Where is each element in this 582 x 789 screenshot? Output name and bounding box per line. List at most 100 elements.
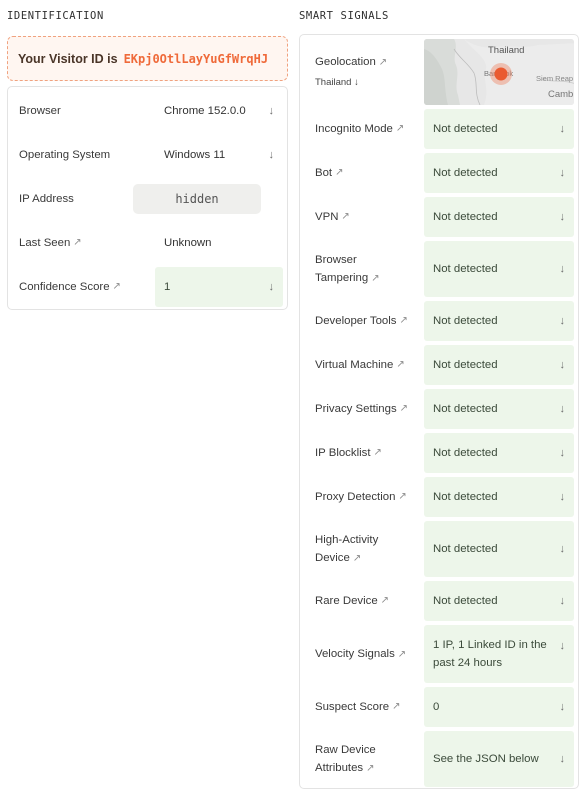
- row-rare: Rare Device ↗ Not detected ↓: [304, 579, 574, 623]
- visitor-id-banner: Your Visitor ID is EKpj0OtlLayYuGfWrqHJ: [7, 36, 288, 81]
- row-label: IP Address: [19, 193, 74, 205]
- row-value[interactable]: Not detected ↓: [424, 301, 574, 341]
- map-label-cambodia: Camb: [548, 89, 573, 100]
- arrow-down-icon[interactable]: ↓: [269, 278, 275, 296]
- row-value[interactable]: Not detected ↓: [424, 581, 574, 621]
- external-link-icon: ↗: [395, 123, 405, 134]
- row-label[interactable]: Privacy Settings ↗: [304, 387, 424, 431]
- row-value[interactable]: Chrome 152.0.0 ↓: [155, 91, 283, 131]
- geolocation-country: Thailand ↓: [315, 76, 359, 88]
- row-value[interactable]: Not detected ↓: [424, 241, 574, 297]
- row-label[interactable]: Proxy Detection ↗: [304, 475, 424, 519]
- row-label[interactable]: Developer Tools ↗: [304, 299, 424, 343]
- visitor-id-label: Your Visitor ID is: [18, 51, 118, 66]
- row-label[interactable]: Raw Device Attributes ↗: [304, 729, 424, 789]
- row-proxy: Proxy Detection ↗ Not detected ↓: [304, 475, 574, 519]
- row-value[interactable]: Not detected ↓: [424, 521, 574, 577]
- row-value[interactable]: Not detected ↓: [424, 389, 574, 429]
- arrow-down-icon[interactable]: ↓: [560, 120, 566, 138]
- arrow-down-icon[interactable]: ↓: [560, 208, 566, 226]
- arrow-down-icon[interactable]: ↓: [269, 146, 275, 164]
- smart-signals-card: Geolocation↗ Thailand ↓ Thailand Bangkok…: [299, 34, 579, 789]
- row-value[interactable]: 1 IP, 1 Linked ID in the past 24 hours ↓: [424, 625, 574, 683]
- os-value: Windows 11: [164, 149, 226, 161]
- arrow-down-icon: ↓: [354, 76, 359, 88]
- external-link-icon: ↗: [373, 447, 382, 458]
- row-value[interactable]: Not detected ↓: [424, 109, 574, 149]
- row-label[interactable]: Confidence Score ↗: [12, 265, 155, 309]
- row-value[interactable]: Not detected ↓: [424, 477, 574, 517]
- row-value[interactable]: Not detected ↓: [424, 153, 574, 193]
- arrow-down-icon[interactable]: ↓: [560, 312, 566, 330]
- identification-title: IDENTIFICATION: [7, 10, 104, 22]
- row-os: Operating System Windows 11 ↓: [12, 133, 283, 177]
- row-vpn: VPN ↗ Not detected ↓: [304, 195, 574, 239]
- arrow-down-icon[interactable]: ↓: [560, 592, 566, 610]
- arrow-down-icon[interactable]: ↓: [560, 637, 566, 655]
- row-value[interactable]: Not detected ↓: [424, 197, 574, 237]
- arrow-down-icon[interactable]: ↓: [560, 164, 566, 182]
- external-link-icon: ↗: [366, 762, 375, 774]
- ip-hidden-pill[interactable]: hidden: [133, 184, 261, 214]
- row-value[interactable]: Windows 11 ↓: [155, 135, 283, 175]
- geolocation-map[interactable]: Thailand Bangkok Siem Reap Camb: [424, 39, 574, 105]
- location-pin-icon: [494, 67, 508, 81]
- row-incognito: Incognito Mode ↗ Not detected ↓: [304, 107, 574, 151]
- row-value[interactable]: Not detected ↓: [424, 433, 574, 473]
- row-label[interactable]: Browser Tampering ↗: [304, 239, 424, 299]
- map-graphic: Thailand Bangkok Siem Reap Camb: [424, 39, 574, 105]
- external-link-icon: ↗: [399, 315, 408, 326]
- row-label[interactable]: VPN ↗: [304, 195, 424, 239]
- last-seen-value: Unknown: [164, 237, 212, 249]
- arrow-down-icon[interactable]: ↓: [560, 260, 566, 278]
- row-label: Operating System: [19, 149, 111, 161]
- row-label[interactable]: Incognito Mode ↗: [304, 107, 424, 151]
- row-value[interactable]: See the JSON below ↓: [424, 731, 574, 787]
- external-link-icon: ↗: [335, 167, 344, 178]
- external-link-icon: ↗: [397, 648, 407, 660]
- smart-signals-title: SMART SIGNALS: [299, 10, 389, 22]
- external-link-icon: ↗: [378, 56, 388, 68]
- row-value: Unknown: [155, 223, 283, 263]
- external-link-icon: ↗: [352, 552, 362, 564]
- confidence-value: 1: [164, 281, 171, 293]
- browser-value: Chrome 152.0.0: [164, 105, 246, 117]
- row-label[interactable]: Velocity Signals ↗: [304, 623, 424, 685]
- arrow-down-icon[interactable]: ↓: [560, 356, 566, 374]
- row-value[interactable]: 1 ↓: [155, 267, 283, 307]
- row-label[interactable]: Bot ↗: [304, 151, 424, 195]
- arrow-down-icon[interactable]: ↓: [560, 400, 566, 418]
- row-privacy: Privacy Settings ↗ Not detected ↓: [304, 387, 574, 431]
- row-vm: Virtual Machine ↗ Not detected ↓: [304, 343, 574, 387]
- row-suspect: Suspect Score ↗ 0 ↓: [304, 685, 574, 729]
- external-link-icon: ↗: [341, 211, 350, 222]
- row-value[interactable]: Not detected ↓: [424, 345, 574, 385]
- external-link-icon: ↗: [396, 359, 405, 370]
- row-blocklist: IP Blocklist ↗ Not detected ↓: [304, 431, 574, 475]
- row-label[interactable]: Virtual Machine ↗: [304, 343, 424, 387]
- external-link-icon: ↗: [112, 281, 121, 292]
- row-label[interactable]: Rare Device ↗: [304, 579, 424, 623]
- arrow-down-icon[interactable]: ↓: [560, 750, 566, 768]
- row-confidence: Confidence Score ↗ 1 ↓: [12, 265, 283, 309]
- row-label[interactable]: High-Activity Device ↗: [304, 519, 424, 579]
- external-link-icon: ↗: [392, 701, 401, 712]
- row-label[interactable]: Last Seen ↗: [12, 221, 155, 265]
- row-label[interactable]: IP Blocklist ↗: [304, 431, 424, 475]
- external-link-icon: ↗: [73, 237, 82, 248]
- arrow-down-icon[interactable]: ↓: [269, 102, 275, 120]
- row-geolocation: Geolocation↗ Thailand ↓ Thailand Bangkok…: [304, 37, 574, 107]
- row-value: hidden: [131, 179, 283, 219]
- arrow-down-icon[interactable]: ↓: [560, 488, 566, 506]
- arrow-down-icon[interactable]: ↓: [560, 540, 566, 558]
- visitor-id-value[interactable]: EKpj0OtlLayYuGfWrqHJ: [124, 52, 269, 66]
- row-velocity: Velocity Signals ↗ 1 IP, 1 Linked ID in t…: [304, 623, 574, 685]
- row-tampering: Browser Tampering ↗ Not detected ↓: [304, 239, 574, 299]
- arrow-down-icon[interactable]: ↓: [560, 698, 566, 716]
- row-label[interactable]: Geolocation ↗ Thailand ↓: [304, 37, 424, 107]
- row-value[interactable]: 0 ↓: [424, 687, 574, 727]
- arrow-down-icon[interactable]: ↓: [560, 444, 566, 462]
- row-label[interactable]: Suspect Score ↗: [304, 685, 424, 729]
- map-label-siem-reap: Siem Reap: [536, 74, 573, 83]
- row-label: Browser: [19, 105, 61, 117]
